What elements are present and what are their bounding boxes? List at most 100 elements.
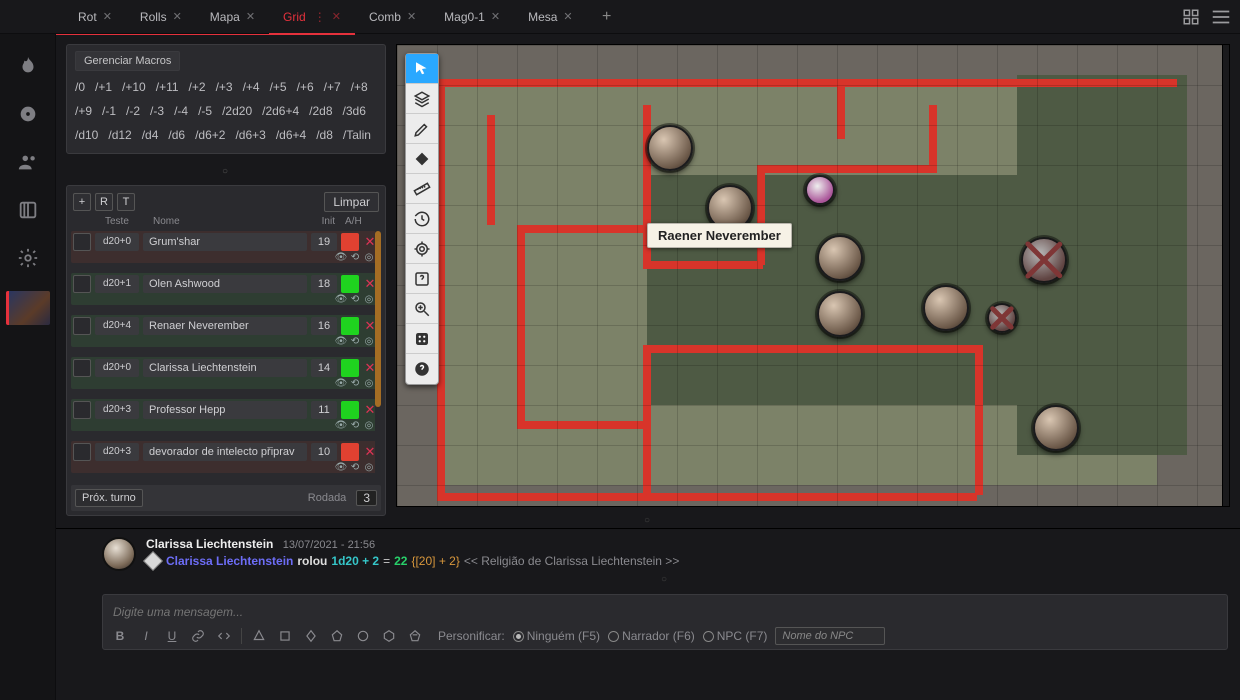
format-italic-button[interactable]: I — [137, 627, 155, 645]
macro-chip[interactable]: /d6+3 — [235, 125, 265, 145]
macro-chip[interactable]: /2d6+4 — [262, 101, 299, 121]
row-test[interactable]: d20+4 — [95, 317, 139, 335]
token-pc-3[interactable] — [923, 285, 969, 331]
chat-input[interactable] — [111, 601, 1219, 627]
row-init[interactable]: 10 — [311, 443, 337, 461]
target-icon[interactable]: ◎ — [363, 251, 375, 263]
tool-zoom-in[interactable] — [406, 294, 438, 324]
initiative-scrollbar[interactable] — [375, 231, 381, 483]
row-test[interactable]: d20+3 — [95, 401, 139, 419]
macro-chip[interactable]: /-4 — [174, 101, 188, 121]
macro-chip[interactable]: /+3 — [216, 77, 233, 97]
initiative-row[interactable]: d20+3Professor Hepp11✕👁⟲◎ — [71, 399, 381, 431]
macro-chip[interactable]: /-1 — [102, 101, 116, 121]
persona-npc-radio[interactable]: NPC (F7) — [703, 629, 768, 643]
row-name[interactable]: Professor Hepp — [143, 401, 307, 419]
format-link-button[interactable] — [189, 627, 207, 645]
link-icon[interactable]: ⟲ — [349, 251, 361, 263]
initiative-row[interactable]: d20+1Olen Ashwood18✕👁⟲◎ — [71, 273, 381, 305]
initiative-row[interactable]: d20+0Grum'shar19✕👁⟲◎ — [71, 231, 381, 263]
format-bold-button[interactable]: B — [111, 627, 129, 645]
macro-chip[interactable]: /-3 — [150, 101, 164, 121]
eye-icon[interactable]: 👁 — [335, 251, 347, 263]
link-icon[interactable]: ⟲ — [349, 293, 361, 305]
battle-map[interactable]: Raener Neverember — [396, 44, 1230, 507]
row-test[interactable]: d20+3 — [95, 443, 139, 461]
macro-chip[interactable]: /+7 — [324, 77, 341, 97]
row-side-indicator[interactable] — [341, 317, 359, 335]
tool-pointer[interactable] — [406, 54, 438, 84]
row-name[interactable]: Clarissa Liechtenstein — [143, 359, 307, 377]
token-pc-2[interactable] — [817, 291, 863, 337]
eye-icon[interactable]: 👁 — [335, 293, 347, 305]
row-test[interactable]: d20+0 — [95, 359, 139, 377]
token-pc-4[interactable] — [1033, 405, 1079, 451]
macros-title[interactable]: Gerenciar Macros — [75, 51, 180, 71]
macro-chip[interactable]: /+11 — [156, 77, 179, 97]
tool-shapes[interactable] — [406, 144, 438, 174]
init-r-button[interactable]: R — [95, 193, 113, 211]
macro-chip[interactable]: /+10 — [122, 77, 146, 97]
persona-narrator-radio[interactable]: Narrador (F6) — [608, 629, 695, 643]
macro-chip[interactable]: /+2 — [189, 77, 206, 97]
macro-chip[interactable]: /+8 — [351, 77, 368, 97]
insert-d8-icon[interactable] — [302, 627, 320, 645]
target-icon[interactable]: ◎ — [363, 461, 375, 473]
row-init[interactable]: 11 — [311, 401, 337, 419]
insert-d4-icon[interactable] — [250, 627, 268, 645]
macro-chip[interactable]: /3d6 — [343, 101, 366, 121]
insert-d100-icon[interactable] — [406, 627, 424, 645]
insert-d6-icon[interactable] — [276, 627, 294, 645]
row-test[interactable]: d20+0 — [95, 233, 139, 251]
tool-draw[interactable] — [406, 114, 438, 144]
macro-chip[interactable]: /Talin — [343, 125, 371, 145]
macro-chip[interactable]: /+1 — [95, 77, 112, 97]
link-icon[interactable]: ⟲ — [349, 461, 361, 473]
macro-chip[interactable]: /d4 — [142, 125, 159, 145]
macro-chip[interactable]: /+5 — [270, 77, 287, 97]
macro-chip[interactable]: /+4 — [243, 77, 260, 97]
eye-icon[interactable]: 👁 — [335, 419, 347, 431]
token-pet[interactable] — [805, 175, 835, 205]
target-icon[interactable]: ◎ — [363, 419, 375, 431]
macro-chip[interactable]: /0 — [75, 77, 85, 97]
init-add-button[interactable]: + — [73, 193, 91, 211]
players-icon[interactable] — [12, 146, 44, 178]
tab-mesa[interactable]: Mesa✕ — [514, 0, 587, 34]
target-icon[interactable]: ◎ — [363, 335, 375, 347]
initiative-row[interactable]: d20+4Renaer Neverember16✕👁⟲◎ — [71, 315, 381, 347]
menu-icon[interactable] — [1210, 6, 1232, 28]
tool-dice[interactable] — [406, 324, 438, 354]
tool-target[interactable] — [406, 234, 438, 264]
init-clear-button[interactable]: Limpar — [324, 192, 379, 212]
library-icon[interactable] — [12, 194, 44, 226]
token-dead-small[interactable] — [987, 303, 1017, 333]
tool-help[interactable] — [406, 354, 438, 384]
row-init[interactable]: 18 — [311, 275, 337, 293]
tool-layers[interactable] — [406, 84, 438, 114]
link-icon[interactable]: ⟲ — [349, 377, 361, 389]
grid-view-icon[interactable] — [1182, 8, 1200, 26]
init-t-button[interactable]: T — [117, 193, 135, 211]
next-turn-button[interactable]: Próx. turno — [75, 489, 143, 507]
token-pc-1[interactable] — [817, 235, 863, 281]
token-dead-1[interactable] — [1021, 237, 1067, 283]
tab-rolls[interactable]: Rolls✕ — [126, 0, 196, 34]
insert-d12-icon[interactable] — [354, 627, 372, 645]
npc-name-field[interactable]: Nome do NPC — [775, 627, 885, 645]
row-init[interactable]: 14 — [311, 359, 337, 377]
persona-none-radio[interactable]: Ninguém (F5) — [513, 629, 600, 643]
row-name[interactable]: Olen Ashwood — [143, 275, 307, 293]
home-flame-icon[interactable] — [12, 50, 44, 82]
macro-chip[interactable]: /d6 — [168, 125, 185, 145]
row-name[interactable]: devorador de intelecto připrav — [143, 443, 307, 461]
chat-resize-grip[interactable]: ○ — [102, 571, 1228, 588]
row-checkbox[interactable] — [73, 401, 91, 419]
row-checkbox[interactable] — [73, 275, 91, 293]
insert-d10-icon[interactable] — [328, 627, 346, 645]
initiative-row[interactable]: d20+0Clarissa Liechtenstein14✕👁⟲◎ — [71, 357, 381, 389]
macro-chip[interactable]: /+9 — [75, 101, 92, 121]
row-side-indicator[interactable] — [341, 401, 359, 419]
macro-chip[interactable]: /-5 — [198, 101, 212, 121]
macro-chip[interactable]: /-2 — [126, 101, 140, 121]
